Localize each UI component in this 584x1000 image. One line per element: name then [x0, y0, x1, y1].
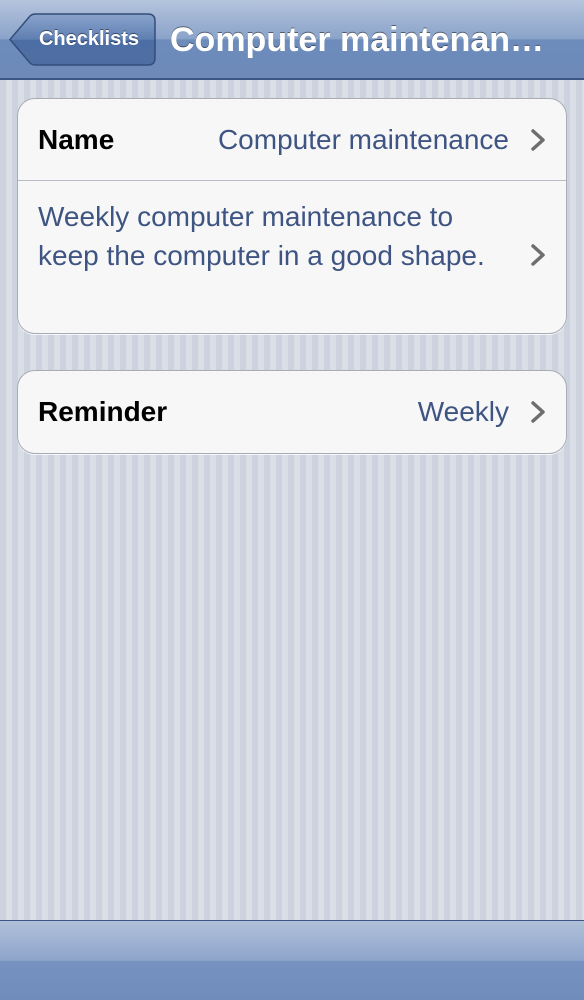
description-cell[interactable]: Weekly computer maintenance to keep the … — [18, 181, 566, 333]
bottom-toolbar — [0, 920, 584, 1000]
reminder-label: Reminder — [38, 396, 168, 427]
name-value: Computer maintenance — [217, 124, 509, 155]
navigation-bar: Checklists Computer maintenan… — [0, 0, 584, 80]
name-cell[interactable]: Name Computer maintenance — [18, 99, 566, 181]
reminder-value: Weekly — [417, 396, 509, 427]
reminder-group: Reminder Weekly — [17, 370, 567, 454]
page-title: Computer maintenan… — [170, 21, 545, 59]
checklist-details-group: Name Computer maintenance Weekly compute… — [17, 98, 567, 334]
chevron-right-icon — [531, 401, 545, 423]
back-button-label: Checklists — [38, 28, 140, 50]
description-text: Weekly computer maintenance to keep the … — [38, 201, 485, 271]
name-label: Name — [38, 124, 115, 155]
reminder-cell[interactable]: Reminder Weekly — [18, 371, 566, 453]
back-button[interactable]: Checklists — [8, 13, 156, 66]
chevron-right-icon — [531, 244, 545, 266]
chevron-right-icon — [531, 129, 545, 151]
